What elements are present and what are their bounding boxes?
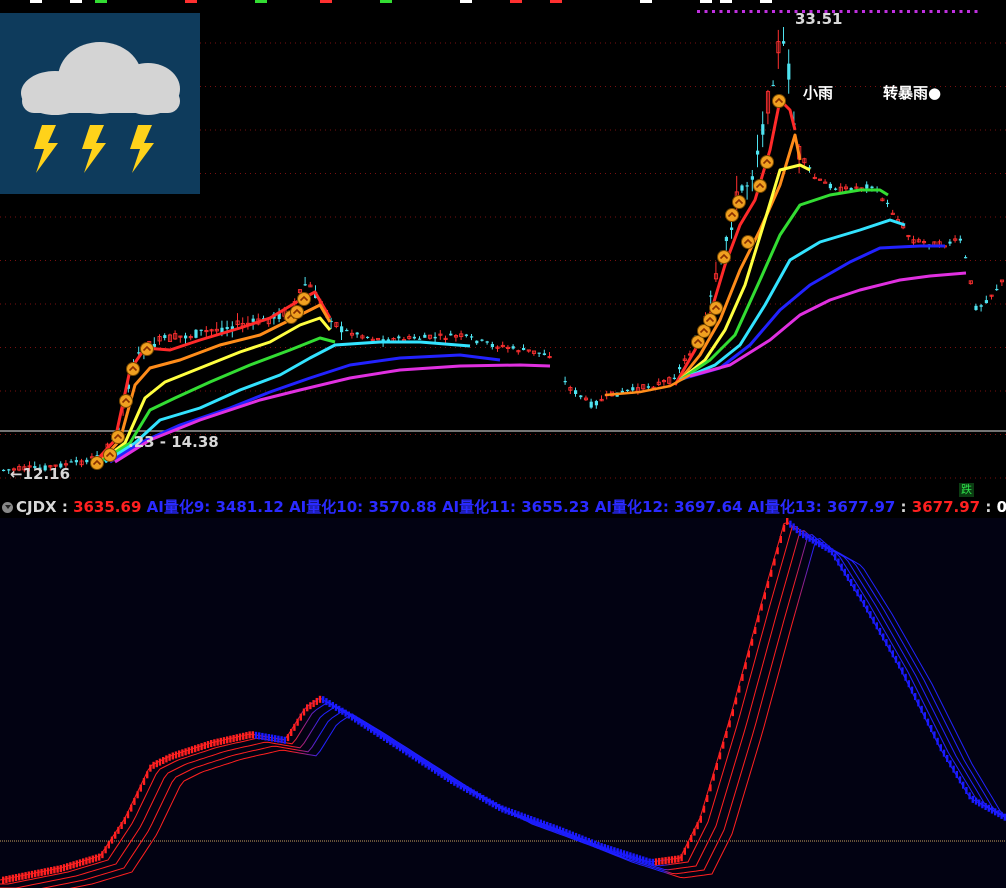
- indicator-series-4: AI量化13: 3677.97: [747, 498, 896, 516]
- price-low-label: ←12.16: [10, 465, 71, 483]
- price-high-label: 33.51: [795, 10, 843, 28]
- weather-panel: [0, 13, 200, 194]
- weather-label-storm: 转暴雨●: [883, 84, 942, 102]
- chevron-down-icon[interactable]: [2, 502, 13, 513]
- indicator-title-bar: CJDX : 3635.69 AI量化9: 3481.12 AI量化10: 35…: [0, 497, 1006, 518]
- moving-averages: [93, 98, 967, 464]
- indicator-main-value: 3635.69: [73, 498, 142, 516]
- indicator-lines: [0, 522, 1005, 888]
- cloud-lightning-icon: [21, 42, 180, 173]
- indicator-series-1: AI量化10: 3570.88: [289, 498, 437, 516]
- weather-label-light-rain: 小雨: [803, 84, 834, 102]
- price-range-label: .23 - 14.38: [128, 433, 219, 451]
- fall-badge: 跌: [959, 483, 974, 497]
- indicator-last-value: 0.00: [996, 498, 1006, 516]
- indicator-name[interactable]: CJDX: [16, 498, 57, 516]
- indicator-series-0: AI量化9: 3481.12: [146, 498, 284, 516]
- indicator-chart[interactable]: [0, 518, 1006, 888]
- indicator-series-2: AI量化11: 3655.23: [441, 498, 590, 516]
- indicator-series-3: AI量化12: 3697.64: [594, 498, 743, 516]
- indicator-extra-value: 3677.97: [911, 498, 981, 516]
- top-marks: [30, 0, 772, 3]
